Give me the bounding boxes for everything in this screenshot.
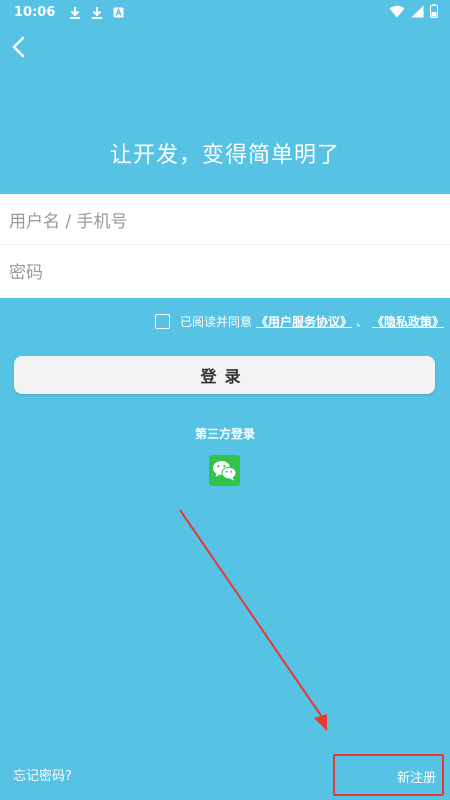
annotation-arrow: [179, 509, 327, 731]
register-link[interactable]: 新注册: [397, 767, 436, 786]
forgot-password-link[interactable]: 忘记密码?: [13, 765, 72, 784]
